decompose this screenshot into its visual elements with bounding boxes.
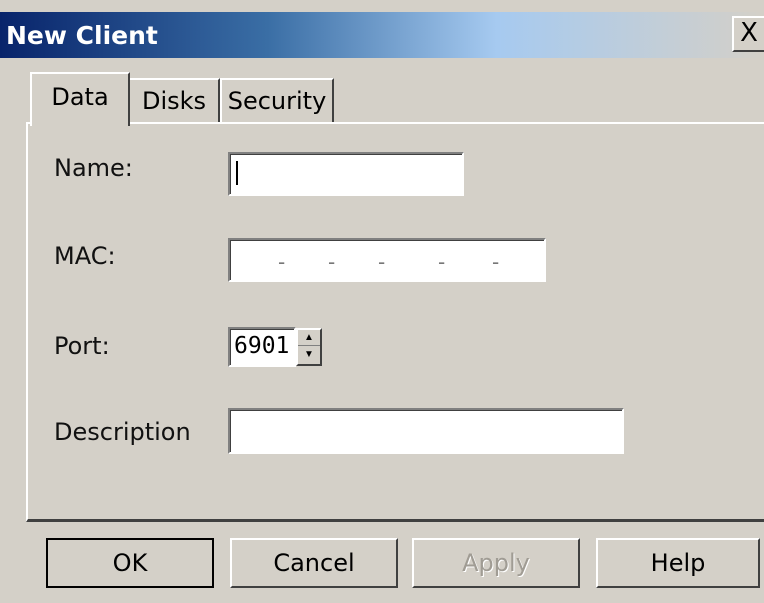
port-input[interactable]: 6901: [228, 327, 296, 367]
text-caret: [236, 161, 238, 185]
title-bar[interactable]: New Client X: [0, 12, 764, 58]
mac-separator: -: [492, 250, 500, 274]
help-button[interactable]: Help: [596, 538, 760, 588]
tab-data-label: Data: [51, 83, 109, 111]
port-label: Port:: [54, 332, 110, 360]
name-input[interactable]: [228, 152, 464, 196]
mac-separator: -: [328, 250, 336, 274]
description-input[interactable]: [228, 408, 624, 454]
window-title: New Client: [6, 21, 158, 50]
spin-down-button[interactable]: ▼: [298, 347, 320, 363]
new-client-dialog: New Client X Data Disks Security Name: M…: [0, 0, 764, 603]
tab-data[interactable]: Data: [30, 72, 130, 126]
name-label: Name:: [54, 154, 133, 182]
close-icon: X: [740, 18, 758, 48]
data-tab-panel: Name: MAC: - - - - - Port: 6901 ▲ ▼ Desc…: [26, 122, 764, 522]
port-spinner: ▲ ▼: [296, 328, 322, 366]
mac-separator: -: [438, 250, 446, 274]
mac-input[interactable]: - - - - -: [228, 238, 546, 282]
mac-separator: -: [378, 250, 386, 274]
cancel-button[interactable]: Cancel: [230, 538, 398, 588]
tab-disks-label: Disks: [141, 87, 207, 115]
tab-security[interactable]: Security: [220, 78, 334, 122]
close-button[interactable]: X: [732, 16, 764, 52]
port-value: 6901: [234, 333, 290, 359]
mac-separator: -: [278, 250, 286, 274]
arrow-up-icon: ▲: [304, 332, 314, 343]
ok-button[interactable]: OK: [46, 538, 214, 588]
spin-up-button[interactable]: ▲: [298, 330, 320, 346]
arrow-down-icon: ▼: [304, 349, 314, 360]
apply-button[interactable]: Apply: [412, 538, 580, 588]
description-label: Description: [54, 418, 191, 446]
tab-security-label: Security: [227, 87, 327, 115]
tab-disks[interactable]: Disks: [128, 78, 220, 122]
mac-label: MAC:: [54, 242, 116, 270]
